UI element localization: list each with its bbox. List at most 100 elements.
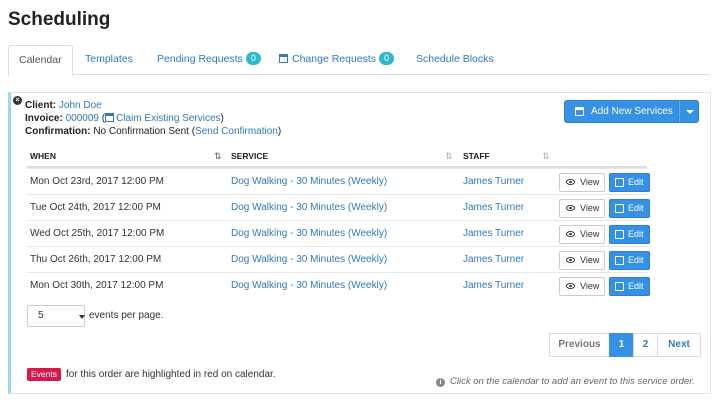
page-title: Scheduling [8,9,111,30]
edit-icon [615,230,624,239]
eye-icon [566,257,575,263]
staff-link[interactable]: James Turner [463,221,524,247]
view-button[interactable]: View [559,173,605,192]
staff-link[interactable]: James Turner [463,195,524,221]
events-note-text: for this order are highlighted in red on… [66,369,276,380]
table-row: Wed Oct 25th, 2017 12:00 PM Dog Walking … [27,220,650,247]
chevron-down-icon [79,315,85,319]
tab-bar: Calendar Templates Pending Requests 0 Cha… [8,45,710,76]
add-new-services-button[interactable]: Add New Services [564,100,679,123]
send-confirmation-link[interactable]: Send Confirmation [195,126,278,137]
eye-icon [566,179,575,185]
invoice-label: Invoice: [25,113,63,124]
edit-icon [615,256,624,265]
confirmation-line: Confirmation: No Confirmation Sent (Send… [25,126,282,137]
service-link[interactable]: Dog Walking - 30 Minutes (Weekly) [231,273,387,299]
client-label: Client: [25,100,57,111]
service-order-panel: × Client: John Doe Invoice: 000009 (Clai… [8,92,711,394]
tab-label: Schedule Blocks [416,53,494,65]
view-label: View [580,203,600,213]
table-row: Mon Oct 30th, 2017 12:00 PM Dog Walking … [27,272,650,299]
confirmation-status: No Confirmation Sent [93,126,189,137]
when-cell: Wed Oct 25th, 2017 12:00 PM [30,228,165,239]
close-icon[interactable]: × [13,96,22,105]
edit-button[interactable]: Edit [609,277,650,296]
add-services-dropdown-toggle[interactable] [679,100,699,123]
view-label: View [580,281,600,291]
edit-button[interactable]: Edit [609,251,650,270]
service-link[interactable]: Dog Walking - 30 Minutes (Weekly) [231,169,387,195]
calendar-icon [105,113,115,122]
previous-page-button[interactable]: Previous [549,333,610,357]
calendar-icon [279,54,288,63]
tab-label: Templates [85,53,133,65]
table-row: Tue Oct 24th, 2017 12:00 PM Dog Walking … [27,194,650,221]
table-row: Thu Oct 26th, 2017 12:00 PM Dog Walking … [27,246,650,273]
calendar-hint: i Click on the calendar to add an event t… [436,375,695,389]
edit-icon [615,282,624,291]
edit-label: Edit [628,229,644,239]
eye-icon [566,231,575,237]
when-cell: Mon Oct 23rd, 2017 12:00 PM [30,176,164,187]
service-link[interactable]: Dog Walking - 30 Minutes (Weekly) [231,221,387,247]
when-cell: Tue Oct 24th, 2017 12:00 PM [30,202,161,213]
events-tag: Events [27,368,61,381]
tab-label: Calendar [19,54,62,66]
edit-icon [615,178,624,187]
sort-active-icon[interactable]: ⇅ [214,146,222,166]
edit-label: Edit [628,177,644,187]
next-page-button[interactable]: Next [657,333,701,357]
edit-button[interactable]: Edit [609,173,650,192]
page-1-button[interactable]: 1 [609,333,634,357]
view-button[interactable]: View [559,251,605,270]
view-button[interactable]: View [559,225,605,244]
sort-icon[interactable]: ⇅ [445,146,453,166]
when-cell: Thu Oct 26th, 2017 12:00 PM [30,254,162,265]
eye-icon [566,205,575,211]
column-header-when[interactable]: WHEN [30,146,56,166]
tab-change-requests[interactable]: Change Requests 0 [269,45,404,75]
invoice-link[interactable]: 000009 [66,113,99,124]
client-line: Client: John Doe [25,100,102,111]
when-cell: Mon Oct 30th, 2017 12:00 PM [30,280,164,291]
view-button[interactable]: View [559,199,605,218]
page-2-button[interactable]: 2 [633,333,658,357]
tab-calendar[interactable]: Calendar [8,45,73,76]
eye-icon [566,283,575,289]
hint-text: Click on the calendar to add an event to… [450,376,695,387]
pending-count-badge: 0 [245,52,261,65]
view-label: View [580,177,600,187]
tab-templates[interactable]: Templates [75,45,143,75]
column-header-service[interactable]: SERVICE [231,146,268,166]
view-button[interactable]: View [559,277,605,296]
staff-link[interactable]: James Turner [463,169,524,195]
change-count-badge: 0 [379,52,395,65]
table-row: Mon Oct 23rd, 2017 12:00 PM Dog Walking … [27,168,650,195]
tab-schedule-blocks[interactable]: Schedule Blocks [406,45,504,75]
invoice-line: Invoice: 000009 (Claim Existing Services… [25,113,224,124]
client-link[interactable]: John Doe [59,100,102,111]
tab-label: Change Requests [292,53,377,65]
view-label: View [580,229,600,239]
chevron-down-icon [686,110,694,114]
per-page-label: events per page. [89,310,164,321]
edit-label: Edit [628,255,644,265]
confirmation-label: Confirmation: [25,126,91,137]
info-icon: i [436,378,445,387]
edit-label: Edit [628,203,644,213]
edit-label: Edit [628,281,644,291]
edit-button[interactable]: Edit [609,225,650,244]
service-link[interactable]: Dog Walking - 30 Minutes (Weekly) [231,247,387,273]
sort-icon[interactable]: ⇅ [542,146,550,166]
add-button-label: Add New Services [591,106,673,117]
calendar-icon [575,107,584,116]
tab-label: Pending Requests [157,53,243,65]
service-link[interactable]: Dog Walking - 30 Minutes (Weekly) [231,195,387,221]
staff-link[interactable]: James Turner [463,247,524,273]
claim-services-link[interactable]: Claim Existing Services [116,113,220,124]
tab-pending-requests[interactable]: Pending Requests 0 [147,45,271,75]
staff-link[interactable]: James Turner [463,273,524,299]
column-header-staff[interactable]: STAFF [463,146,490,166]
edit-button[interactable]: Edit [609,199,650,218]
per-page-select[interactable]: 5 [27,305,85,327]
